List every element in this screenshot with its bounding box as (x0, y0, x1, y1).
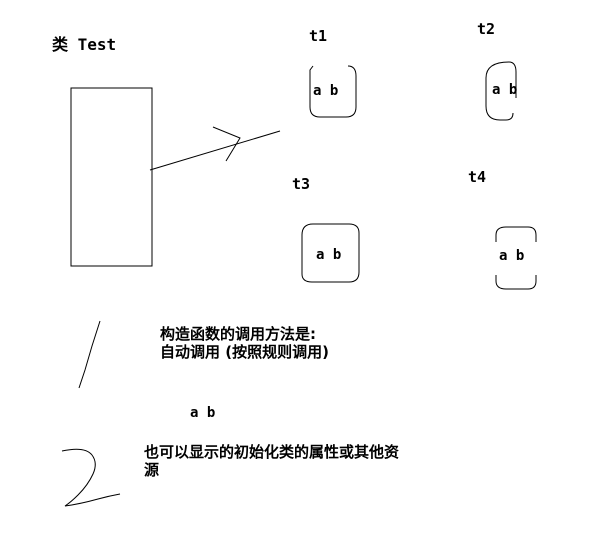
standalone-fields: a b (190, 405, 216, 421)
object-fields-t4: a b (499, 248, 525, 264)
instantiation-arrow (149, 126, 281, 171)
number-1-glyph (78, 320, 101, 389)
number-2-glyph (61, 448, 121, 507)
class-rectangle (70, 87, 153, 267)
object-label-t2: t2 (477, 20, 496, 38)
class-test-label: 类 Test (52, 35, 117, 54)
note-1-line-2: 自动调用 (按照规则调用) (160, 343, 329, 361)
object-label-t3: t3 (292, 175, 311, 193)
note-1-line-1: 构造函数的调用方法是: (160, 325, 316, 343)
object-fields-t1: a b (313, 83, 339, 99)
object-fields-t2: a b (492, 82, 518, 98)
note-2-line-1: 也可以显示的初始化类的属性或其他资 (144, 443, 400, 461)
object-label-t1: t1 (309, 27, 328, 45)
object-fields-t3: a b (316, 247, 342, 263)
object-label-t4: t4 (468, 168, 487, 186)
note-2-line-2: 源 (144, 461, 160, 479)
